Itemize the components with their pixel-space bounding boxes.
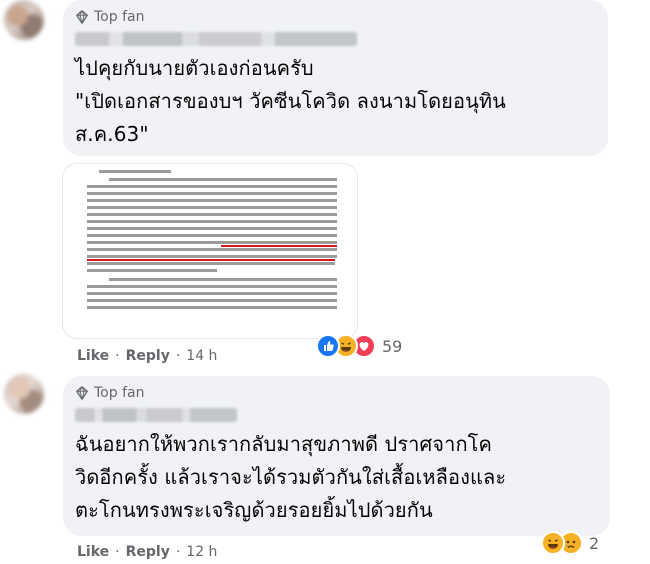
reply-button[interactable]: Reply — [126, 544, 170, 560]
reaction-summary[interactable]: 59 — [316, 334, 402, 358]
commenter-name-redacted[interactable] — [75, 408, 237, 422]
top-fan-badge: Top fan — [75, 384, 598, 402]
comment-timestamp[interactable]: 12 h — [186, 544, 217, 560]
like-button[interactable]: Like — [77, 348, 109, 364]
separator: · — [175, 348, 181, 364]
comment-text: ไปคุยกับนายตัวเองก่อนครับ "เปิดเอกสารของ… — [75, 56, 506, 146]
reaction-count: 2 — [589, 533, 600, 553]
top-fan-label: Top fan — [94, 9, 145, 25]
haha-icon — [541, 531, 565, 555]
comment-actions: Like · Reply · 14 h — [77, 348, 217, 364]
separator: · — [175, 544, 181, 560]
comment-bubble: Top fan ไปคุยกับนายตัวเองก่อนครับ "เปิดเ… — [63, 0, 608, 156]
commenter-avatar[interactable] — [4, 0, 44, 40]
comment-bubble: Top fan ฉันอยากให้พวกเรากลับมาสุขภาพดี ป… — [63, 376, 610, 536]
comment-timestamp[interactable]: 14 h — [186, 348, 217, 364]
document-text-lines — [87, 170, 337, 309]
top-fan-badge: Top fan — [75, 8, 596, 26]
like-button[interactable]: Like — [77, 544, 109, 560]
top-fan-icon — [76, 10, 88, 24]
commenter-name-redacted[interactable] — [75, 32, 357, 46]
commenter-avatar[interactable] — [4, 374, 44, 414]
comment-text: ฉันอยากให้พวกเรากลับมาสุขภาพดี ปราศจากโค… — [75, 432, 507, 522]
attached-document-image[interactable] — [63, 164, 357, 338]
top-fan-label: Top fan — [94, 385, 145, 401]
comment-actions: Like · Reply · 12 h — [77, 544, 217, 560]
separator: · — [115, 544, 120, 560]
reaction-summary[interactable]: 2 — [541, 531, 599, 555]
reply-button[interactable]: Reply — [126, 348, 170, 364]
top-fan-icon — [76, 386, 88, 400]
separator: · — [115, 348, 120, 364]
like-icon — [316, 334, 340, 358]
reaction-count: 59 — [382, 336, 403, 356]
